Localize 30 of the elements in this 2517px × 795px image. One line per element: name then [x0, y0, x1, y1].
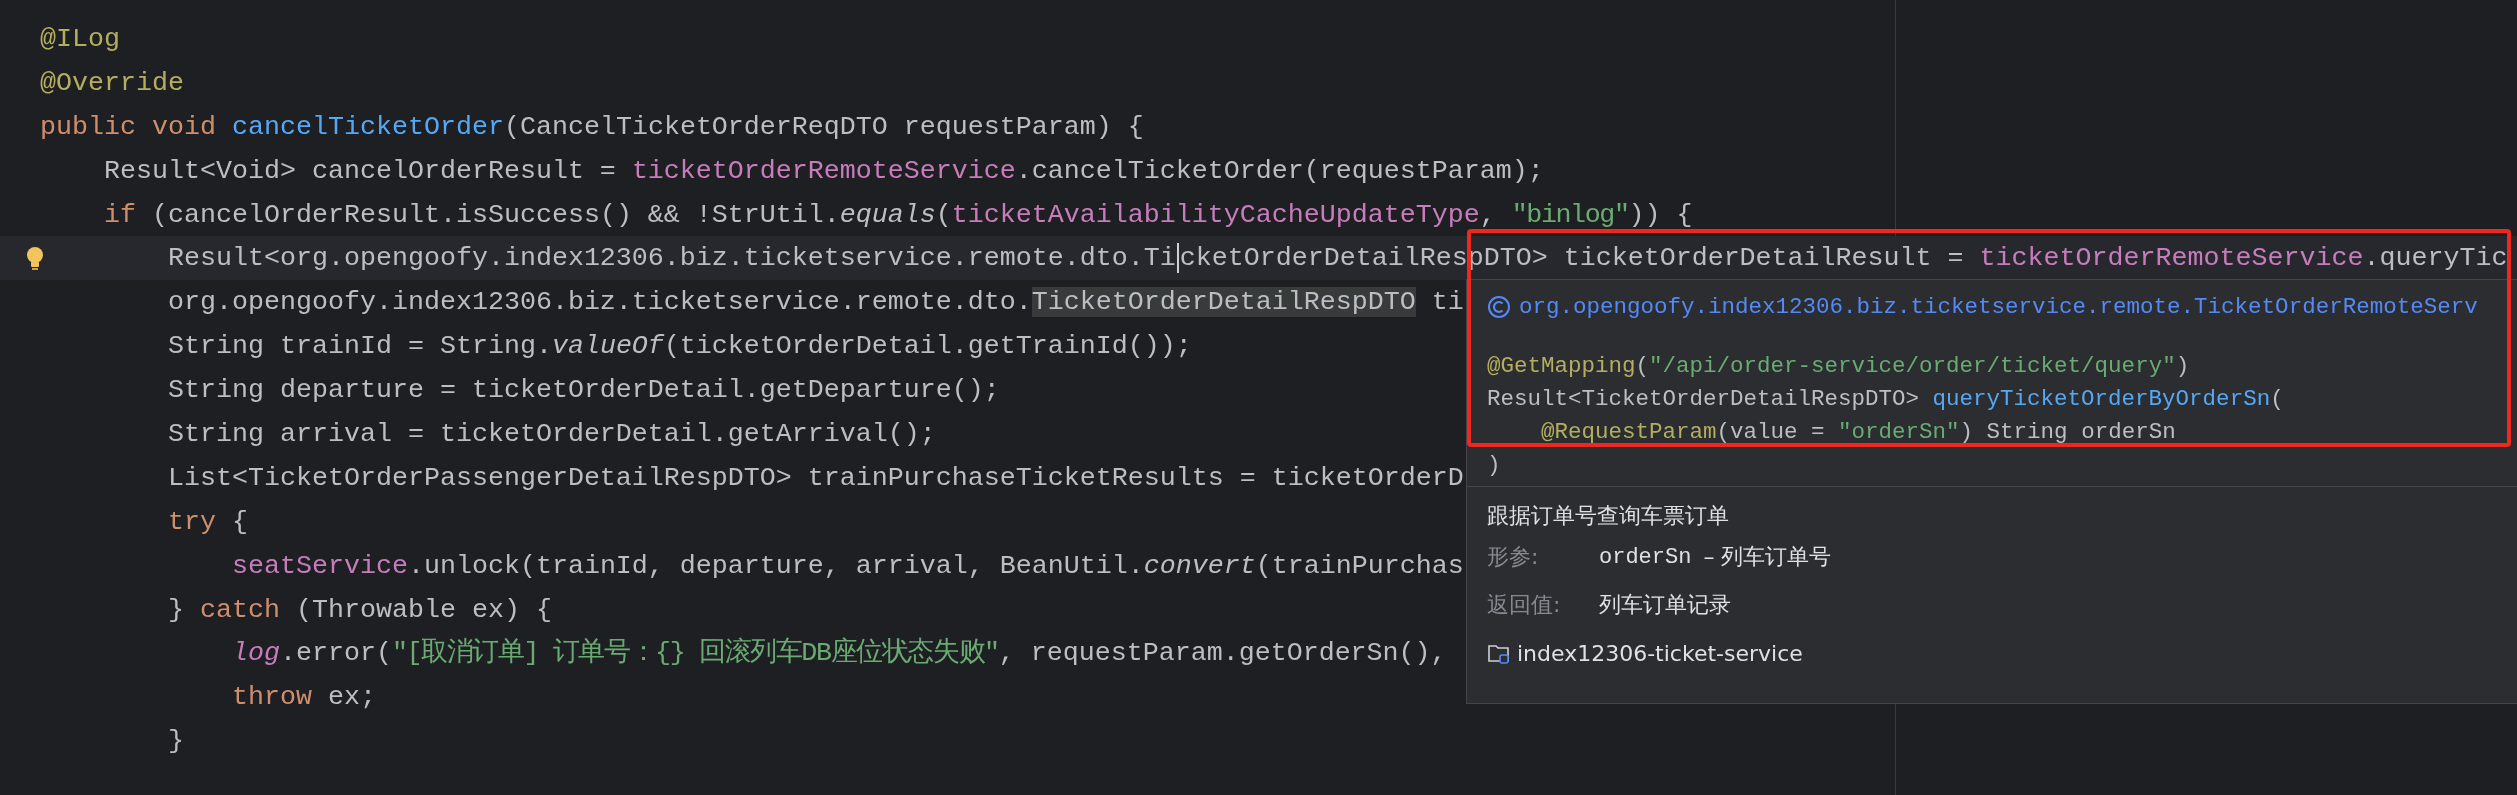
lightbulb-icon[interactable] [24, 245, 46, 272]
code-line: try { [166, 505, 248, 538]
code-line: String trainId = String.valueOf(ticketOrderDetail.getTrainId()); [166, 330, 1192, 363]
param-name: orderSn [1599, 544, 1692, 570]
class-name[interactable]: org.opengoofy.index12306.biz.ticketservice.remote.TicketOrderRemoteServ [1519, 294, 2478, 320]
class-icon [1487, 295, 1511, 319]
params-label: 形参: [1487, 543, 1540, 571]
code-line: @RequestParam(value = "orderSn") String orderSn [1540, 418, 2177, 447]
code-line: @ILog [40, 22, 120, 55]
code-line: @GetMapping("/api/order-service/order/ticket/query") [1487, 352, 2191, 381]
code-line: Result<TicketOrderDetailRespDTO> queryTicketOrderByOrderSn( [1487, 385, 2285, 414]
code-line: if (cancelOrderResult.isSuccess() && !StrUtil.equals(ticketAvailabilityCacheUpdateType, "binlog")) { [103, 198, 1693, 231]
param-description: – 列车订单号 [1703, 543, 1832, 571]
code-line: public void cancelTicketOrder(CancelTicketOrderReqDTO requestParam) { [40, 110, 1144, 143]
code-line: seatService.unlock(trainId, departure, arrival, BeanUtil.convert(trainPurchas [230, 549, 1464, 582]
code-line: org.opengoofy.index12306.biz.ticketservice.remote.dto.TicketOrderDetailRespDTO ti [166, 286, 1464, 319]
code-line: } [166, 725, 184, 758]
code-line: @Override [40, 66, 184, 99]
code-line: log.error("[取消订单] 订单号：{} 回滚列车DB座位状态失败", requestParam.getOrderSn(), [230, 637, 1447, 670]
code-line: Result<Void> cancelOrderResult = ticketOrderRemoteService.cancelTicketOrder(requestParam); [103, 154, 1544, 187]
code-line: throw ex; [230, 681, 376, 714]
code-line: String departure = ticketOrderDetail.getDeparture(); [166, 374, 1000, 407]
method-description: 跟据订单号查询车票订单 [1487, 502, 1729, 530]
code-line: ) [1487, 451, 1502, 480]
returns-description: 列车订单记录 [1599, 591, 1731, 619]
returns-label: 返回值: [1487, 591, 1562, 619]
module-name[interactable]: index12306-ticket-service [1517, 640, 1803, 666]
code-line: String arrival = ticketOrderDetail.getArrival(); [166, 417, 936, 450]
code-line: List<TicketOrderPassengerDetailRespDTO> trainPurchaseTicketResults = ticketOrderD [166, 461, 1464, 494]
code-line: } catch (Throwable ex) { [166, 593, 552, 626]
